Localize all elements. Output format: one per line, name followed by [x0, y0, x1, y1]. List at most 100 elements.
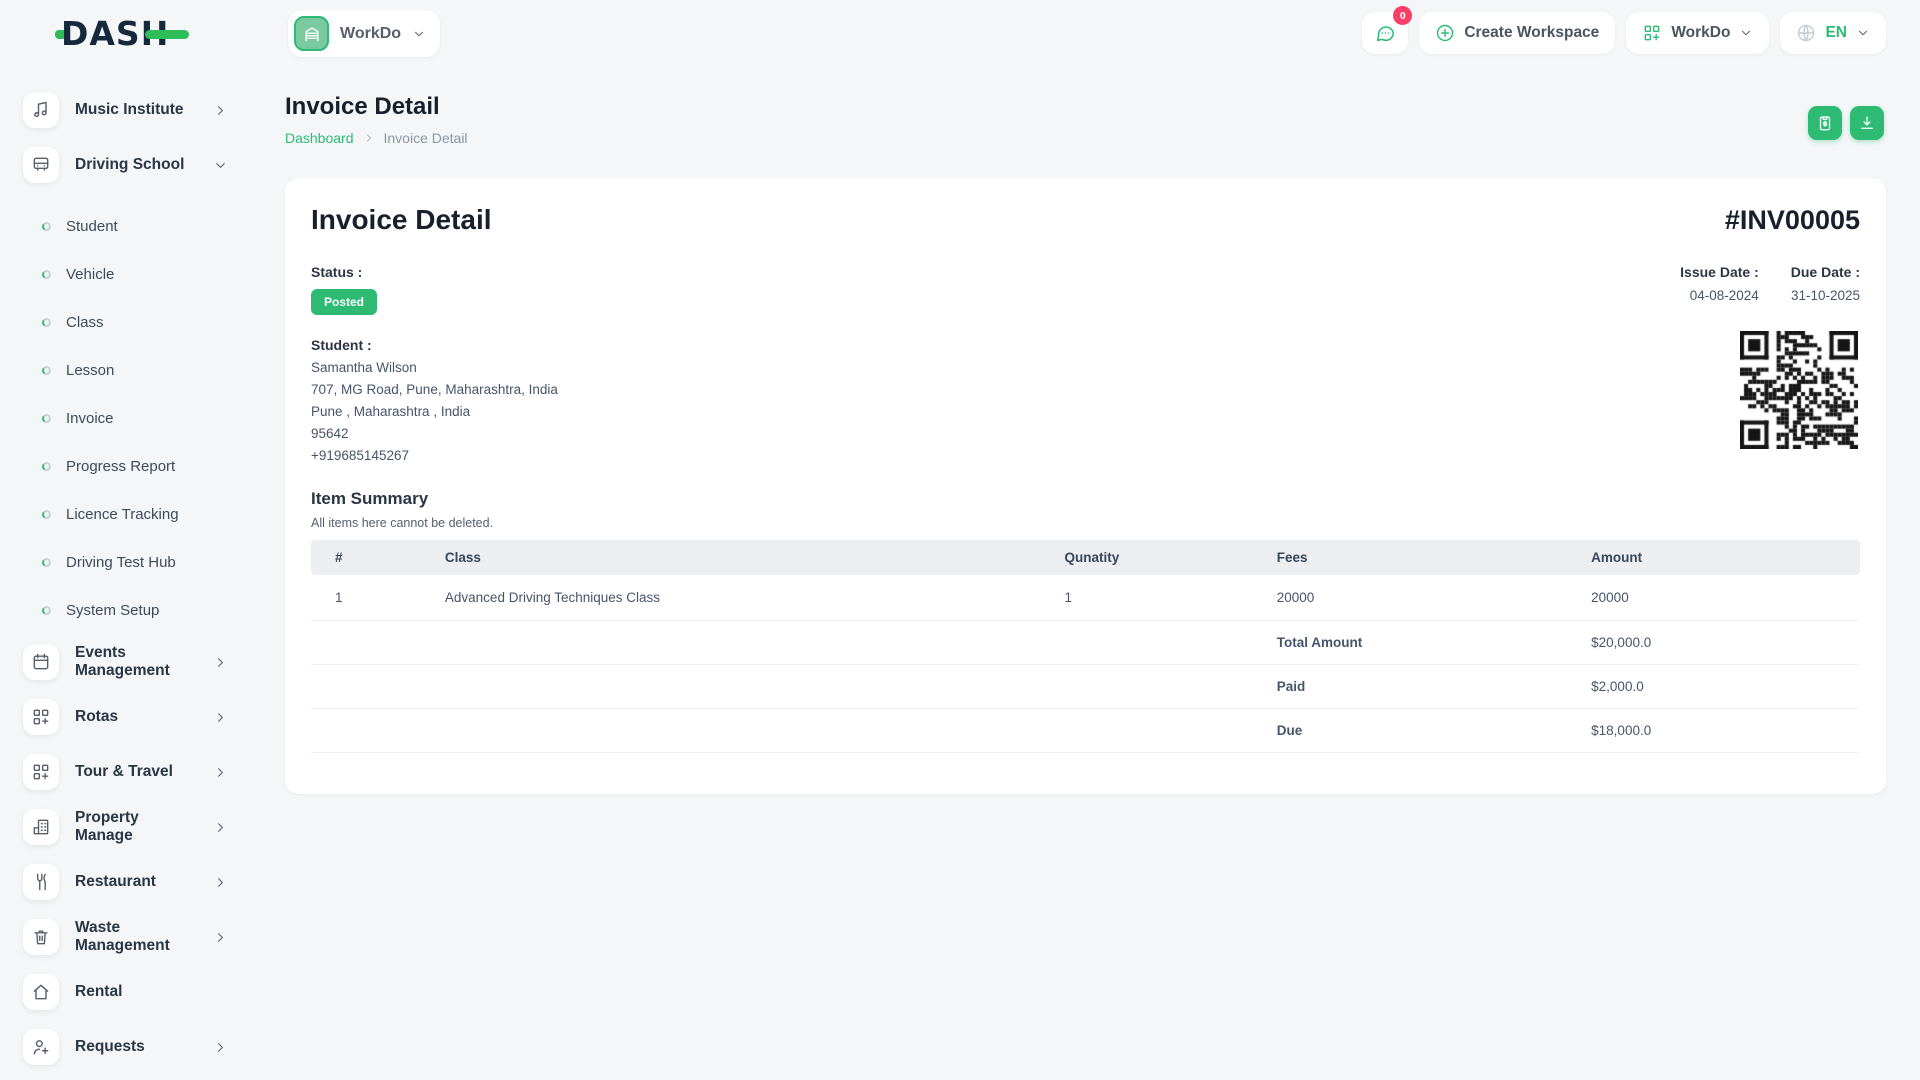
bullet-icon	[41, 509, 51, 519]
status-badge: Posted	[311, 289, 377, 315]
student-qr-row: Student : Samantha Wilson 707, MG Road, …	[311, 337, 1860, 463]
sidebar-item-requests[interactable]: Requests	[23, 1029, 258, 1065]
sidebar-item-label: Driving School	[75, 156, 197, 174]
col-fees: Fees	[1267, 540, 1581, 575]
invoice-heading: Invoice Detail	[311, 204, 492, 236]
trash-icon	[23, 919, 59, 955]
home-icon	[23, 974, 59, 1010]
building-icon	[23, 809, 59, 845]
due-date-value: 31-10-2025	[1791, 288, 1860, 303]
grid-plus-icon	[1642, 23, 1662, 43]
item-summary-title: Item Summary	[311, 489, 1860, 509]
create-workspace-button[interactable]: Create Workspace	[1419, 12, 1615, 54]
issue-date-block: Issue Date : 04-08-2024	[1680, 264, 1759, 315]
messages-button[interactable]: 0	[1362, 12, 1408, 54]
due-date-label: Due Date :	[1791, 264, 1860, 280]
submenu-item-invoice[interactable]: Invoice	[23, 394, 258, 442]
due-date-block: Due Date : 31-10-2025	[1791, 264, 1860, 315]
sidebar: Music Institute Driving School Student V…	[0, 70, 258, 1080]
plus-circle-icon	[1435, 23, 1455, 43]
download-icon	[1858, 114, 1876, 132]
language-selector[interactable]: EN	[1780, 12, 1886, 54]
submenu-item-vehicle[interactable]: Vehicle	[23, 250, 258, 298]
bullet-icon	[41, 461, 51, 471]
topbar-actions: 0 Create Workspace WorkDo EN	[1362, 12, 1886, 54]
chevron-down-icon	[1739, 26, 1753, 40]
student-address-line2: Pune , Maharashtra , India	[311, 405, 558, 419]
invoice-card-header: Invoice Detail #INV00005	[311, 204, 1860, 236]
submenu-item-licence-tracking[interactable]: Licence Tracking	[23, 490, 258, 538]
bus-icon	[23, 147, 59, 183]
chevron-right-icon	[213, 820, 228, 835]
qr-code-block	[1740, 331, 1858, 463]
chevron-right-icon	[213, 103, 228, 118]
bullet-icon	[41, 269, 51, 279]
apps-menu-button[interactable]: WorkDo	[1626, 12, 1769, 54]
submenu-item-lesson[interactable]: Lesson	[23, 346, 258, 394]
topbar: DASH WorkDo 0 Create Workspace	[0, 0, 1920, 70]
sidebar-item-restaurant[interactable]: Restaurant	[23, 864, 258, 900]
total-amount-value: $20,000.0	[1581, 621, 1860, 665]
language-code: EN	[1825, 24, 1847, 42]
submenu-item-student[interactable]: Student	[23, 202, 258, 250]
sidebar-item-rental[interactable]: Rental	[23, 974, 258, 1010]
qr-code	[1740, 331, 1858, 449]
user-plus-icon	[23, 1029, 59, 1065]
sidebar-item-driving-school[interactable]: Driving School	[23, 147, 258, 183]
building-icon	[302, 24, 322, 44]
chevron-right-icon	[213, 655, 228, 670]
cell-amount: 20000	[1581, 575, 1860, 621]
col-quantity: Qunatity	[1055, 540, 1267, 575]
invoice-clipboard-icon	[1816, 114, 1834, 132]
student-details: Samantha Wilson 707, MG Road, Pune, Maha…	[311, 361, 558, 463]
chat-bubble-icon	[1374, 22, 1396, 44]
cell-index: 1	[311, 575, 435, 621]
sidebar-item-rotas[interactable]: Rotas	[23, 699, 258, 735]
submenu-item-driving-test-hub[interactable]: Driving Test Hub	[23, 538, 258, 586]
workspace-avatar	[294, 16, 329, 51]
submenu-item-system-setup[interactable]: System Setup	[23, 586, 258, 634]
col-amount: Amount	[1581, 540, 1860, 575]
student-name: Samantha Wilson	[311, 361, 558, 375]
breadcrumb-current: Invoice Detail	[384, 130, 468, 146]
submenu-item-progress-report[interactable]: Progress Report	[23, 442, 258, 490]
chevron-right-icon	[213, 1040, 228, 1055]
due-label: Due	[1267, 709, 1581, 753]
chevron-right-icon	[213, 765, 228, 780]
breadcrumb: Dashboard Invoice Detail	[285, 130, 1886, 146]
cell-fees: 20000	[1267, 575, 1581, 621]
sidebar-item-property-manage[interactable]: Property Manage	[23, 809, 258, 845]
bullet-icon	[41, 317, 51, 327]
dates-block: Issue Date : 04-08-2024 Due Date : 31-10…	[1680, 264, 1860, 315]
dash-logo[interactable]: DASH	[55, 14, 189, 53]
music-icon	[23, 92, 59, 128]
submenu-item-class[interactable]: Class	[23, 298, 258, 346]
sidebar-item-events-management[interactable]: Events Management	[23, 644, 258, 680]
status-label: Status :	[311, 264, 377, 280]
download-invoice-button[interactable]	[1850, 106, 1884, 140]
chevron-down-icon	[213, 158, 228, 173]
student-address-line1: 707, MG Road, Pune, Maharashtra, India	[311, 383, 558, 397]
due-value: $18,000.0	[1581, 709, 1860, 753]
status-dates-row: Status : Posted Issue Date : 04-08-2024 …	[311, 264, 1860, 315]
student-postal-code: 95642	[311, 427, 558, 441]
student-phone: +919685145267	[311, 449, 558, 463]
bullet-icon	[41, 557, 51, 567]
payment-reminder-button[interactable]	[1808, 106, 1842, 140]
apps-menu-label: WorkDo	[1671, 24, 1730, 42]
sidebar-item-waste-management[interactable]: Waste Management	[23, 919, 258, 955]
issue-date-label: Issue Date :	[1680, 264, 1759, 280]
bullet-icon	[41, 365, 51, 375]
student-label: Student :	[311, 337, 558, 353]
sidebar-item-tour-travel[interactable]: Tour & Travel	[23, 754, 258, 790]
items-table: # Class Qunatity Fees Amount 1 Advanced …	[311, 540, 1860, 753]
breadcrumb-dashboard-link[interactable]: Dashboard	[285, 130, 354, 146]
due-row: Due $18,000.0	[311, 709, 1860, 753]
sidebar-item-music-institute[interactable]: Music Institute	[23, 92, 258, 128]
chevron-down-icon	[1856, 26, 1870, 40]
col-class: Class	[435, 540, 1055, 575]
driving-school-submenu: Student Vehicle Class Lesson Invoice Pro…	[23, 202, 258, 634]
table-row: 1 Advanced Driving Techniques Class 1 20…	[311, 575, 1860, 621]
globe-icon	[1796, 23, 1816, 43]
workspace-selector[interactable]: WorkDo	[288, 10, 440, 57]
